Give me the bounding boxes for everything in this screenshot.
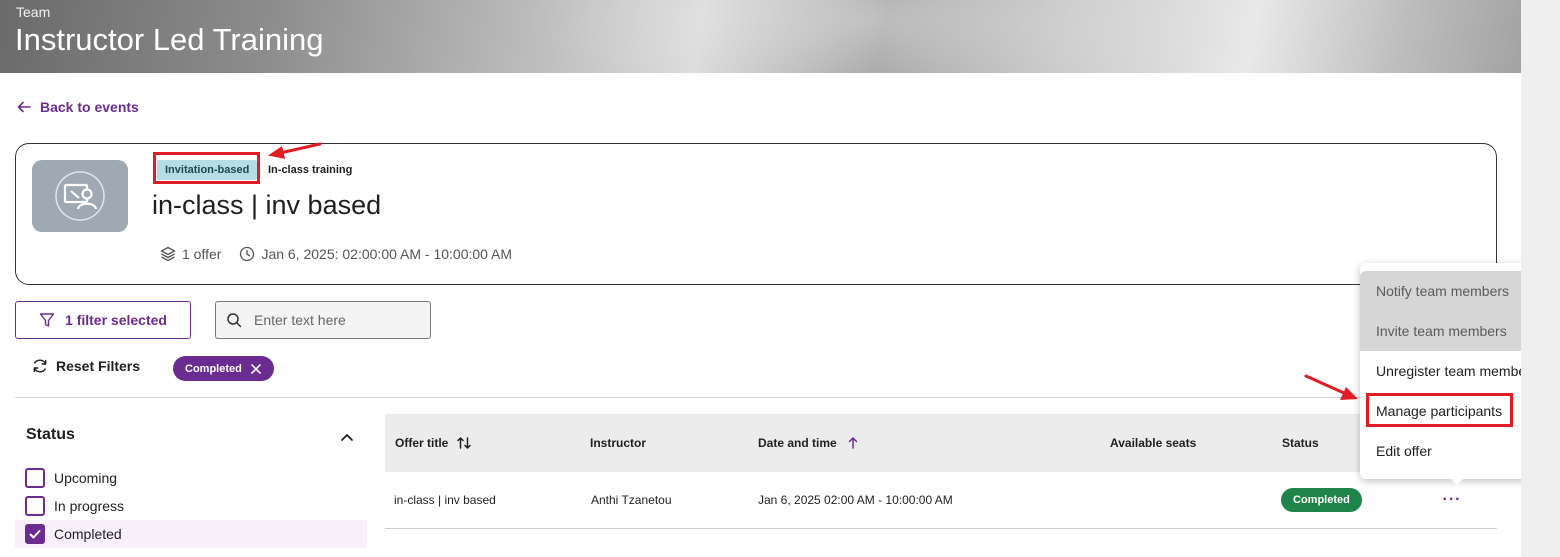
column-header-label: Date and time — [758, 436, 837, 450]
column-header-date-time[interactable]: Date and time — [758, 414, 861, 472]
active-filter-label: Completed — [185, 362, 242, 375]
search-input[interactable] — [254, 312, 414, 328]
column-header-instructor: Instructor — [590, 414, 646, 472]
cell-date-time: Jan 6, 2025 02:00 AM - 10:00:00 AM — [758, 493, 953, 507]
table-row: in-class | inv based Anthi Tzanetou Jan … — [385, 472, 1497, 529]
event-meta: 1 offer Jan 6, 2025: 02:00:00 AM - 10:00… — [160, 246, 512, 262]
refresh-icon — [33, 359, 47, 373]
offer-count: 1 offer — [182, 246, 222, 262]
status-option-upcoming[interactable]: Upcoming — [15, 464, 367, 492]
annotation-highlight-box — [1366, 393, 1513, 427]
column-header-status: Status — [1282, 414, 1319, 472]
chevron-up-icon[interactable] — [339, 429, 355, 445]
status-badge: Completed — [1281, 488, 1362, 512]
sort-icon[interactable] — [456, 435, 472, 451]
checkbox-in-progress[interactable] — [25, 496, 45, 516]
event-title: in-class | inv based — [152, 190, 382, 220]
layers-icon — [160, 246, 176, 262]
annotation-arrow-icon — [268, 142, 322, 159]
section-divider — [15, 397, 1497, 398]
checkbox-completed[interactable] — [25, 524, 45, 544]
event-datetime: Jan 6, 2025: 02:00:00 AM - 10:00:00 AM — [261, 246, 513, 262]
event-thumbnail — [32, 160, 128, 232]
search-field[interactable] — [215, 301, 431, 339]
column-header-label: Available seats — [1110, 436, 1197, 450]
page-title: Instructor Led Training — [15, 22, 324, 57]
page-gutter — [1521, 0, 1560, 557]
presentation-icon — [55, 171, 105, 221]
table-header: Offer title Instructor Date and time Ava… — [385, 414, 1497, 472]
status-option-label: Completed — [54, 526, 122, 542]
annotation-highlight-box — [153, 152, 260, 184]
cell-status: Completed — [1281, 472, 1362, 528]
filter-icon — [39, 313, 55, 327]
close-icon[interactable] — [250, 363, 262, 375]
column-header-label: Instructor — [590, 436, 647, 450]
arrow-left-icon — [17, 101, 31, 113]
back-to-events-link[interactable]: Back to events — [16, 99, 139, 115]
page-banner: Team Instructor Led Training — [0, 0, 1521, 73]
filter-button[interactable]: 1 filter selected — [15, 301, 191, 339]
status-filter-heading: Status — [26, 426, 75, 443]
cell-offer-title: in-class | inv based — [394, 493, 496, 507]
checkmark-icon — [29, 530, 41, 539]
column-header-available-seats: Available seats — [1110, 414, 1196, 472]
page: Team Instructor Led Training Back to eve… — [0, 0, 1554, 557]
annotation-arrow-icon — [1304, 374, 1358, 400]
reset-filters-label: Reset Filters — [56, 358, 141, 374]
filter-button-label: 1 filter selected — [65, 312, 167, 328]
banner-section-label: Team — [16, 4, 51, 20]
column-header-label: Status — [1282, 436, 1319, 450]
active-filter-chip[interactable]: Completed — [173, 356, 274, 381]
status-option-label: In progress — [54, 498, 125, 514]
status-option-in-progress[interactable]: In progress — [15, 492, 367, 520]
clock-icon — [240, 246, 255, 262]
back-link-label: Back to events — [40, 99, 139, 115]
cell-instructor: Anthi Tzanetou — [591, 493, 672, 507]
reset-filters-button[interactable]: Reset Filters — [32, 358, 140, 374]
search-icon — [227, 313, 242, 328]
status-option-completed[interactable]: Completed — [15, 520, 367, 548]
column-header-label: Offer title — [395, 436, 449, 450]
menu-caret — [1449, 477, 1465, 485]
column-header-offer-title[interactable]: Offer title — [395, 414, 472, 472]
status-option-label: Upcoming — [54, 470, 118, 486]
checkbox-upcoming[interactable] — [25, 468, 45, 488]
sort-ascending-icon[interactable] — [845, 435, 861, 451]
more-actions-icon[interactable]: ··· — [1440, 490, 1464, 510]
